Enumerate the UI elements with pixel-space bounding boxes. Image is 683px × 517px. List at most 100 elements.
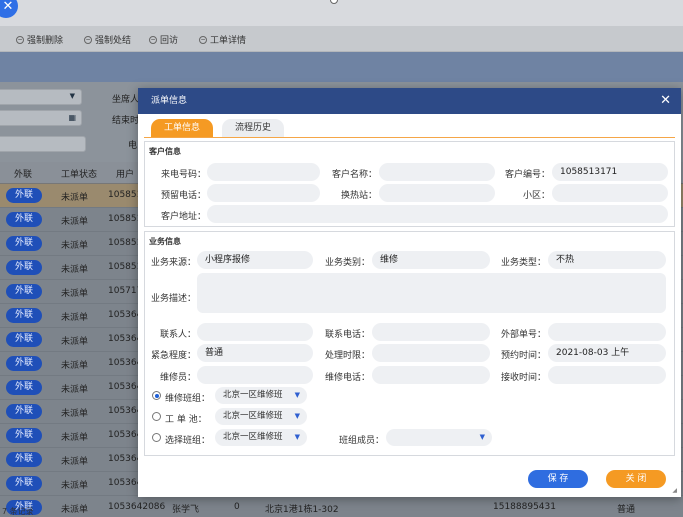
station-label: 换热站： — [340, 191, 377, 201]
delete-icon: − — [16, 35, 24, 44]
customer-code-label: 客户编号： — [504, 170, 550, 180]
choose-team-value: 北京一区维修班 — [223, 432, 283, 442]
row-status: 未派单 — [61, 361, 89, 371]
station-field[interactable] — [379, 184, 495, 202]
chevron-down-icon: ▼ — [69, 92, 75, 100]
external-button[interactable]: 外联 — [6, 428, 42, 443]
community-field[interactable] — [552, 184, 668, 202]
order-detail-button[interactable]: − 工单详情 — [199, 33, 246, 46]
repair-phone-field[interactable] — [372, 366, 490, 384]
close-tab-icon[interactable]: ✕ — [0, 0, 18, 18]
close-button[interactable]: 关 闭 — [606, 470, 666, 488]
customer-code-field[interactable]: 1058513171 — [552, 163, 668, 181]
top-indicator-icon — [330, 0, 338, 4]
external-button[interactable]: 外联 — [6, 212, 42, 227]
external-button[interactable]: 外联 — [6, 356, 42, 371]
team-member-select[interactable]: ▼ — [386, 429, 492, 446]
external-button[interactable]: 外联 — [6, 404, 42, 419]
contact-label: 联系人： — [159, 330, 196, 340]
choose-team-label: 选择班组： — [165, 436, 211, 446]
external-button[interactable]: 外联 — [6, 188, 42, 203]
external-button[interactable]: 外联 — [6, 452, 42, 467]
force-delete-button[interactable]: − 强制删除 — [16, 33, 63, 46]
contact-field[interactable] — [197, 323, 313, 341]
top-bar: ✕ — [0, 0, 683, 26]
contact-phone-field[interactable] — [372, 323, 490, 341]
row-status: 未派单 — [61, 385, 89, 395]
row-status: 未派单 — [61, 505, 89, 515]
radio-repair-team[interactable] — [152, 391, 161, 400]
tab-process-history[interactable]: 流程历史 — [222, 119, 285, 137]
repair-team-select[interactable]: 北京一区维修班 ▼ — [215, 387, 307, 404]
save-button[interactable]: 保 存 — [528, 470, 588, 488]
radio-order-pool[interactable] — [152, 412, 161, 421]
force-finish-label: 强制处结 — [95, 36, 132, 46]
row-status: 未派单 — [61, 193, 89, 203]
row-phone: 1053642086 — [108, 502, 166, 512]
external-button[interactable]: 外联 — [6, 284, 42, 299]
repair-team-label: 维修班组： — [165, 394, 211, 404]
external-button[interactable]: 外联 — [6, 308, 42, 323]
receive-time-field[interactable] — [548, 366, 666, 384]
deadline-field[interactable] — [372, 344, 490, 362]
force-finish-button[interactable]: − 强制处结 — [84, 33, 131, 46]
category-field[interactable]: 维修 — [372, 251, 490, 269]
external-button[interactable]: 外联 — [6, 380, 42, 395]
type-label: 业务类型： — [500, 258, 546, 268]
team-member-label: 班组成员： — [338, 436, 384, 446]
row-status: 未派单 — [61, 337, 89, 347]
row-status: 未派单 — [61, 457, 89, 467]
repair-team-value: 北京一区维修班 — [223, 390, 283, 400]
col-external: 外联 — [14, 170, 33, 180]
tab-order-info[interactable]: 工单信息 — [151, 119, 214, 137]
repairer-field[interactable] — [197, 366, 313, 384]
close-icon[interactable]: ✕ — [660, 88, 671, 114]
callback-label: 回访 — [160, 36, 179, 46]
phone-filter-input[interactable] — [0, 136, 86, 152]
external-button[interactable]: 外联 — [6, 236, 42, 251]
contact-phone-label: 联系电话： — [324, 330, 370, 340]
phone-label: 电 — [128, 141, 138, 151]
row-name: 张学飞 — [172, 505, 200, 515]
choose-team-select[interactable]: 北京一区维修班 ▼ — [215, 429, 307, 446]
source-label: 业务来源： — [150, 258, 196, 268]
chevron-down-icon: ▼ — [294, 412, 300, 420]
external-no-field[interactable] — [548, 323, 666, 341]
table-row[interactable]: 外联 未派单 1053642086 张学飞 0 北京1港1栋1-302 1518… — [0, 496, 683, 517]
end-time-label: 结束时 — [112, 116, 140, 126]
dialog-tabs: 工单信息 流程历史 — [151, 119, 285, 137]
appoint-field[interactable]: 2021-08-03 上午 — [548, 344, 666, 362]
filter-select[interactable]: ▼ — [0, 89, 82, 105]
seat-label: 坐席人 — [112, 95, 140, 105]
row-status: 未派单 — [61, 217, 89, 227]
radio-choose-team[interactable] — [152, 433, 161, 442]
date-input[interactable]: ▦ — [0, 110, 82, 126]
detail-icon: − — [199, 35, 207, 44]
customer-name-field[interactable] — [379, 163, 495, 181]
order-pool-label: 工 单 池： — [165, 415, 207, 425]
dispatch-dialog: 派单信息 ✕ 工单信息 流程历史 客户信息 来电号码： 客户名称： 客户编号： … — [138, 88, 681, 497]
external-button[interactable]: 外联 — [6, 260, 42, 275]
external-button[interactable]: 外联 — [6, 332, 42, 347]
type-field[interactable]: 不热 — [548, 251, 666, 269]
address-field[interactable] — [207, 205, 668, 223]
community-label: 小区： — [522, 191, 550, 201]
urgency-label: 紧急程度： — [150, 351, 196, 361]
external-button[interactable]: 外联 — [6, 476, 42, 491]
toolbar: − 强制删除 − 强制处结 − 回访 − 工单详情 — [0, 26, 683, 52]
order-pool-select[interactable]: 北京一区维修班 ▼ — [215, 408, 307, 425]
business-section-title: 业务信息 — [149, 237, 181, 246]
row-count: 0 — [234, 502, 240, 512]
reserve-phone-field[interactable] — [207, 184, 320, 202]
repairer-label: 维修员： — [159, 373, 196, 383]
col-user: 用户 — [116, 170, 135, 180]
urgency-field[interactable]: 普通 — [197, 344, 313, 362]
col-status: 工单状态 — [61, 170, 98, 180]
title-band — [0, 52, 683, 82]
row-status: 未派单 — [61, 433, 89, 443]
callback-button[interactable]: − 回访 — [149, 33, 178, 46]
resize-handle-icon[interactable]: ◢ — [672, 487, 677, 494]
caller-field[interactable] — [207, 163, 320, 181]
description-field[interactable] — [197, 273, 666, 313]
source-field[interactable]: 小程序报修 — [197, 251, 313, 269]
